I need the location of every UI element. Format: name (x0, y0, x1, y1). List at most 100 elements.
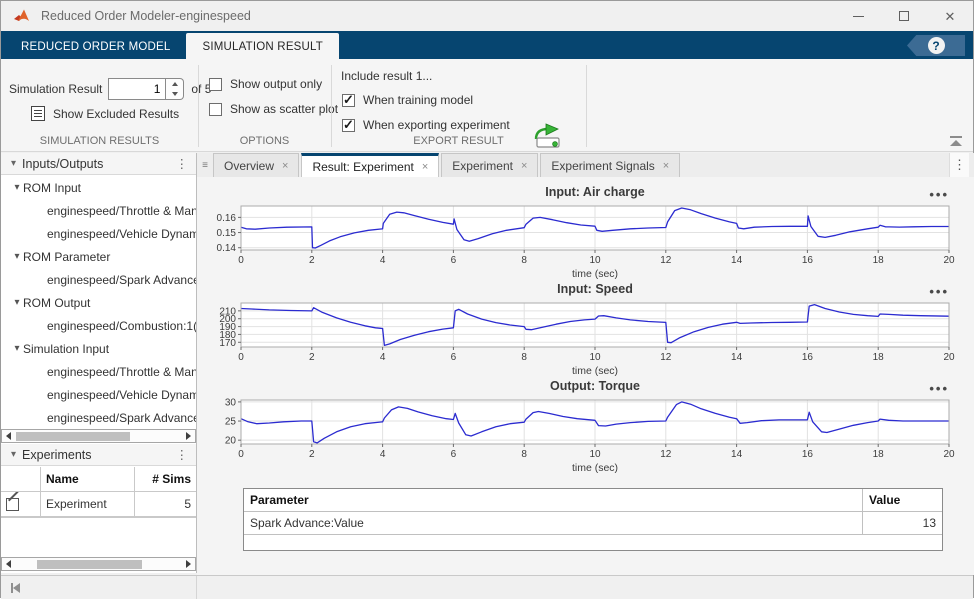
checkbox-unchecked-icon[interactable] (209, 103, 222, 116)
svg-text:12: 12 (660, 352, 672, 363)
tree-item[interactable]: enginespeed/Vehicle Dynami (1, 383, 196, 406)
stepper-up-icon[interactable] (166, 79, 183, 89)
tree-item[interactable]: ▾Simulation Input (1, 337, 196, 360)
svg-text:30: 30 (225, 398, 237, 408)
tab-close-icon[interactable]: × (422, 161, 428, 173)
tree-expander-icon[interactable]: ▾ (11, 182, 23, 193)
tab-close-icon[interactable]: × (282, 160, 288, 172)
svg-text:25: 25 (225, 417, 237, 428)
tree-item[interactable]: ▾ROM Parameter (1, 245, 196, 268)
svg-text:8: 8 (521, 255, 527, 266)
doc-tab-overview[interactable]: Overview× (213, 153, 299, 177)
plot-options-button[interactable]: ••• (929, 187, 949, 202)
checkbox-checked-icon[interactable] (342, 94, 355, 107)
inputs-outputs-header[interactable]: ▾ Inputs/Outputs ⋮ (1, 153, 196, 175)
parameter-table: Parameter Value Spark Advance:Value13 (243, 488, 943, 551)
tree-expander-icon[interactable]: ▾ (11, 297, 23, 308)
simulation-result-input[interactable] (108, 78, 166, 100)
doc-tab-experiment[interactable]: Experiment× (441, 153, 538, 177)
simulation-result-stepper[interactable] (166, 78, 184, 100)
svg-text:16: 16 (802, 352, 814, 363)
experiments-kebab-menu[interactable]: ⋮ (176, 447, 189, 462)
tree-item[interactable]: enginespeed/Spark Advance: (1, 406, 196, 429)
experiments-horizontal-scrollbar[interactable] (1, 557, 196, 571)
export-option-when-exporting-experiment[interactable]: When exporting experiment (342, 118, 510, 132)
svg-text:0: 0 (238, 449, 244, 460)
show-excluded-results-button[interactable]: Show Excluded Results (31, 106, 179, 121)
minimize-button[interactable] (835, 1, 881, 31)
inputs-outputs-kebab-menu[interactable]: ⋮ (176, 156, 189, 171)
doc-tab-label: Experiment Signals (551, 159, 654, 173)
tab-close-icon[interactable]: × (663, 160, 669, 172)
tabbar-kebab-menu[interactable]: ⋮ (949, 153, 969, 177)
edit-experiment-icon[interactable] (6, 498, 19, 511)
svg-text:10: 10 (589, 449, 601, 460)
doc-tab-result-experiment[interactable]: Result: Experiment× (301, 153, 439, 177)
svg-text:12: 12 (660, 255, 672, 266)
toolstrip: Simulation Result of 5 Show Excluded Res… (1, 59, 973, 152)
option-show-as-scatter-plot[interactable]: Show as scatter plot (209, 102, 338, 116)
tree-item[interactable]: enginespeed/Combustion:1(T (1, 314, 196, 337)
close-button[interactable]: ✕ (927, 1, 973, 31)
parameter-row[interactable]: Spark Advance:Value13 (244, 512, 942, 535)
tree-item[interactable]: enginespeed/Spark Advance: (1, 268, 196, 291)
parameter-name-cell[interactable]: Spark Advance:Value (244, 512, 863, 534)
option-show-output-only[interactable]: Show output only (209, 77, 338, 91)
experiment-name-cell[interactable]: Experiment (41, 492, 135, 516)
svg-text:2: 2 (309, 449, 315, 460)
svg-text:18: 18 (873, 352, 885, 363)
tab-close-icon[interactable]: × (521, 160, 527, 172)
svg-text:8: 8 (521, 449, 527, 460)
doc-tab-experiment-signals[interactable]: Experiment Signals × (540, 153, 680, 177)
experiments-header[interactable]: ▾ Experiments ⋮ (1, 444, 196, 466)
scroll-right-icon[interactable] (182, 558, 195, 570)
tree-expander-icon[interactable]: ▾ (11, 343, 23, 354)
tree-item-label: enginespeed/Spark Advance: (47, 273, 196, 287)
checkbox-checked-icon[interactable] (342, 119, 355, 132)
svg-text:0: 0 (238, 352, 244, 363)
parameter-value-cell[interactable]: 13 (863, 512, 942, 534)
scroll-left-icon[interactable] (2, 430, 15, 442)
scrollbar-thumb[interactable] (16, 432, 130, 441)
tree-item[interactable]: enginespeed/Throttle & Manif (1, 360, 196, 383)
scroll-left-icon[interactable] (2, 558, 15, 570)
tree-item-label: enginespeed/Throttle & Manif (47, 204, 196, 218)
ribbon-tab-simulation-result[interactable]: SIMULATION RESULT (186, 33, 339, 61)
help-banner: ? (907, 35, 965, 56)
plot-title: Output: Torque (241, 379, 949, 398)
plot-options-button[interactable]: ••• (929, 381, 949, 396)
app-window: Reduced Order Modeler-enginespeed ✕ REDU… (0, 0, 974, 598)
tree-expander-icon[interactable]: ▾ (11, 251, 23, 262)
help-button[interactable]: ? (928, 37, 945, 54)
tree-item[interactable]: ▾ROM Input (1, 176, 196, 199)
stepper-down-icon[interactable] (166, 89, 183, 99)
experiment-sims-cell[interactable]: 5 (135, 492, 196, 516)
export-option-when-training-model[interactable]: When training model (342, 93, 510, 107)
tree-item-label: enginespeed/Vehicle Dynami (47, 227, 196, 241)
svg-text:4: 4 (380, 449, 386, 460)
svg-text:18: 18 (873, 449, 885, 460)
plot-options-button[interactable]: ••• (929, 284, 949, 299)
tree-item[interactable]: enginespeed/Throttle & Manif (1, 199, 196, 222)
minimize-icon (853, 16, 864, 17)
x-axis-label: time (sec) (572, 365, 618, 377)
experiments-table: Name# SimsExperiment5 (1, 467, 196, 518)
svg-text:14: 14 (731, 449, 743, 460)
collapse-sidebar-button[interactable] (11, 583, 20, 593)
checkbox-label: Show output only (230, 77, 322, 91)
scroll-right-icon[interactable] (182, 430, 195, 442)
tree-item[interactable]: ▾ROM Output (1, 291, 196, 314)
section-label-simulation-results: SIMULATION RESULTS (1, 135, 198, 147)
svg-text:12: 12 (660, 449, 672, 460)
svg-text:20: 20 (225, 436, 237, 447)
maximize-button[interactable] (881, 1, 927, 31)
tree-item[interactable]: enginespeed/Vehicle Dynami (1, 222, 196, 245)
collapse-ribbon-button[interactable] (949, 136, 963, 147)
tree-horizontal-scrollbar[interactable] (1, 429, 196, 443)
ribbon-tab-reduced-order-model[interactable]: REDUCED ORDER MODEL (5, 33, 186, 61)
svg-text:6: 6 (451, 352, 457, 363)
plot-title: Input: Air charge (241, 185, 949, 204)
checkbox-unchecked-icon[interactable] (209, 78, 222, 91)
experiment-row[interactable]: Experiment5 (1, 492, 196, 517)
scrollbar-thumb[interactable] (37, 560, 142, 569)
